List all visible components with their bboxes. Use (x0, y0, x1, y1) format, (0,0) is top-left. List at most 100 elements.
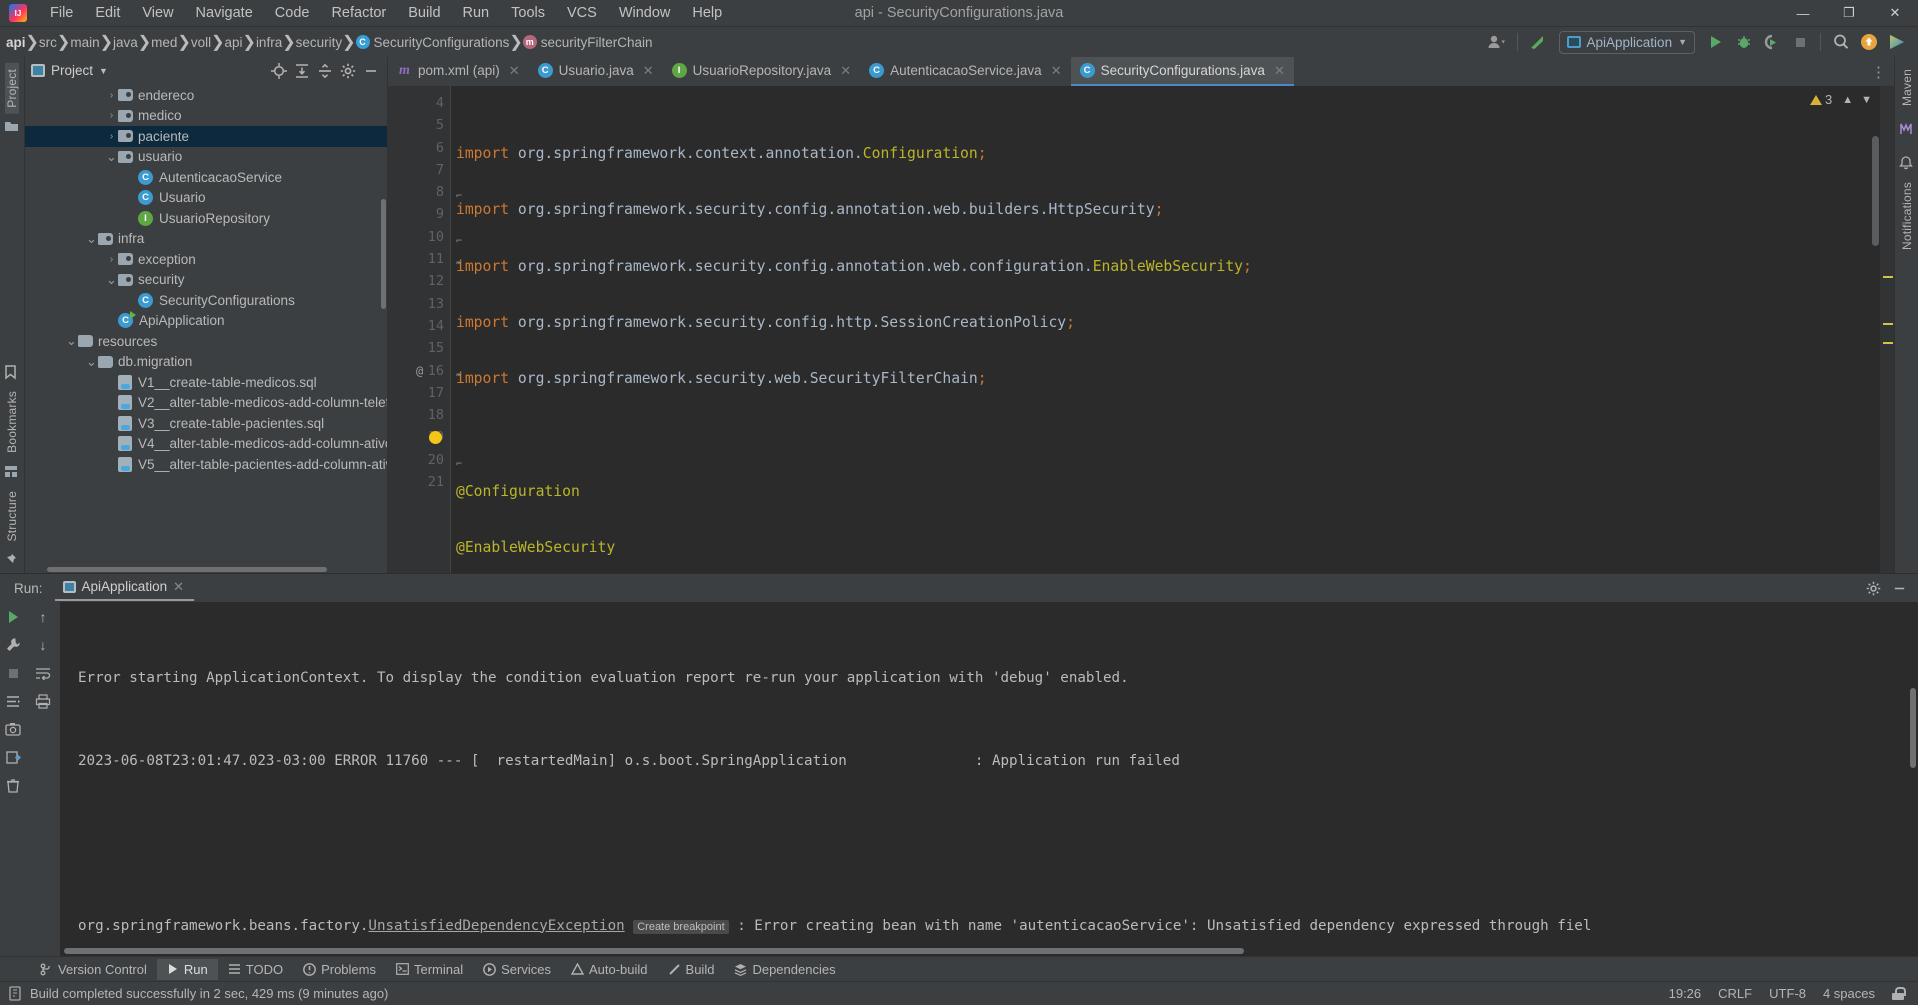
main-menu[interactable]: File Edit View Navigate Code Refactor Bu… (39, 2, 733, 24)
tool-window-button-dependencies[interactable]: Dependencies (724, 959, 845, 980)
gutter-line[interactable]: 11 ⌐ (388, 248, 462, 270)
editor-tab[interactable]: C SecurityConfigurations.java ✕ (1070, 57, 1294, 86)
gutter-line[interactable]: @16 ⌐ (388, 360, 462, 382)
tree-node[interactable]: › exception (25, 249, 387, 270)
collapse-all-icon[interactable] (315, 61, 335, 81)
code-content[interactable]: import org.springframework.context.annot… (450, 86, 1880, 573)
chevron-down-icon[interactable]: ⌄ (105, 272, 118, 288)
soft-wrap-icon[interactable] (34, 664, 52, 682)
rail-project-label[interactable]: Project (5, 63, 19, 114)
editor-scrollbar[interactable] (1872, 136, 1879, 246)
error-stripe-mark[interactable] (1883, 276, 1893, 278)
tree-node[interactable]: ⌄ db.migration (25, 352, 387, 373)
status-indent[interactable]: 4 spaces (1823, 986, 1875, 1001)
menu-run[interactable]: Run (452, 2, 501, 24)
tool-window-button-terminal[interactable]: Terminal (386, 959, 473, 980)
editor-gutter[interactable]: 4 5 6 7 8⌐ 9 10⌐11⌐ 12 13 14 15 @16⌐ 17 18 1920⌐ 21 (388, 86, 462, 573)
updates-icon[interactable] (1525, 30, 1551, 54)
editor-tab[interactable]: C AutenticacaoService.java ✕ (860, 57, 1071, 86)
breadcrumb-api2[interactable]: api (225, 35, 243, 50)
editor-tab[interactable]: I UsuarioRepository.java ✕ (663, 57, 860, 86)
gutter-line[interactable]: 18 (388, 404, 450, 426)
gutter-line[interactable]: 14 (388, 315, 450, 337)
tree-node[interactable]: V1__create-table-medicos.sql (25, 372, 387, 393)
chevron-up-icon[interactable]: ▲ (1842, 94, 1853, 106)
more-options-icon[interactable]: ⋮ (1871, 63, 1887, 81)
rail-notifications-label[interactable]: Notifications (1900, 176, 1914, 256)
tree-node[interactable]: ⌄ resources (25, 331, 387, 352)
error-stripe-mark[interactable] (1883, 323, 1893, 325)
account-icon[interactable] (1484, 30, 1510, 54)
tree-node[interactable]: C ApiApplication (25, 311, 387, 332)
menu-tools[interactable]: Tools (500, 2, 556, 24)
tree-vertical-scrollbar[interactable] (381, 199, 386, 309)
run-icon[interactable] (1703, 30, 1729, 54)
breadcrumb-main[interactable]: main (70, 35, 99, 50)
tree-node[interactable]: ⌄ security (25, 270, 387, 291)
menu-help[interactable]: Help (681, 2, 733, 24)
tree-node[interactable]: ⌄ usuario (25, 147, 387, 168)
unlocked-icon[interactable] (1892, 987, 1906, 1000)
menu-file[interactable]: File (39, 2, 84, 24)
chevron-right-icon[interactable]: › (105, 254, 118, 265)
status-line-separator[interactable]: CRLF (1718, 986, 1752, 1001)
tree-node[interactable]: › endereco (25, 85, 387, 106)
tree-node[interactable]: › medico (25, 106, 387, 127)
tool-window-button-problems[interactable]: Problems (293, 959, 386, 980)
chevron-down-icon[interactable]: ⌄ (85, 354, 98, 370)
console-horizontal-scrollbar[interactable] (64, 948, 1244, 954)
rail-structure-label[interactable]: Structure (5, 485, 19, 548)
settings-gear-icon[interactable] (338, 61, 358, 81)
hide-icon[interactable] (361, 61, 381, 81)
chevron-down-icon[interactable]: ▼ (1861, 94, 1872, 106)
breadcrumb-security[interactable]: security (296, 35, 343, 50)
notification-icon[interactable] (1856, 30, 1882, 54)
expand-all-icon[interactable] (292, 61, 312, 81)
close-icon[interactable]: ✕ (173, 579, 184, 595)
breadcrumb-infra[interactable]: infra (256, 35, 282, 50)
rail-maven-label[interactable]: Maven (1900, 63, 1914, 112)
console-output[interactable]: Error starting ApplicationContext. To di… (60, 602, 1918, 956)
minimize-button[interactable]: — (1780, 0, 1826, 27)
chevron-down-icon[interactable]: ▼ (99, 66, 108, 76)
console-vertical-scrollbar[interactable] (1910, 688, 1916, 768)
chevron-right-icon[interactable]: › (105, 110, 118, 121)
project-tree[interactable]: › endereco › medico › paciente ⌄ usuario C Autent… (25, 84, 387, 573)
chevron-down-icon[interactable]: ⌄ (105, 149, 118, 165)
run-configuration-selector[interactable]: ApiApplication ▼ (1558, 30, 1695, 54)
commit-icon[interactable] (4, 120, 20, 134)
gutter-line[interactable]: 6 (388, 137, 450, 159)
gutter-line[interactable]: 8 ⌐ (388, 181, 462, 203)
breadcrumb-api[interactable]: api (6, 35, 26, 50)
chevron-down-icon[interactable]: ⌄ (65, 333, 78, 349)
run-with-coverage-icon[interactable] (1759, 30, 1785, 54)
gutter-line[interactable]: 7 (388, 159, 450, 181)
menu-navigate[interactable]: Navigate (185, 2, 264, 24)
breadcrumb-med[interactable]: med (151, 35, 177, 50)
editor-tab[interactable]: m pom.xml (api) ✕ (388, 57, 529, 86)
menu-window[interactable]: Window (608, 2, 682, 24)
print-icon[interactable] (34, 692, 52, 710)
stop-icon[interactable] (1787, 30, 1813, 54)
inspection-status-badge[interactable]: 3 ▲ ▼ (1809, 92, 1872, 107)
create-breakpoint-chip[interactable]: Create breakpoint (633, 919, 729, 934)
gutter-line[interactable]: 15 (388, 337, 450, 359)
menu-build[interactable]: Build (397, 2, 451, 24)
breadcrumb-java[interactable]: java (113, 35, 138, 50)
scroll-down-icon[interactable]: ↓ (34, 636, 52, 654)
tree-node[interactable]: V4__alter-table-medicos-add-column-ativo (25, 434, 387, 455)
maven-icon[interactable] (1899, 122, 1915, 136)
structure-grid-icon[interactable] (4, 465, 20, 479)
gutter-line[interactable]: 20 ⌐ (388, 449, 462, 471)
tree-node[interactable]: V2__alter-table-medicos-add-column-telef (25, 393, 387, 414)
run-tab-apiapplication[interactable]: ApiApplication ✕ (54, 576, 194, 601)
breadcrumb-method[interactable]: m securityFilterChain (522, 35, 653, 50)
tree-node[interactable]: C SecurityConfigurations (25, 290, 387, 311)
close-icon[interactable]: ✕ (509, 63, 520, 79)
hide-icon[interactable] (1890, 579, 1908, 597)
maximize-button[interactable]: ❐ (1826, 0, 1872, 27)
breadcrumb-src[interactable]: src (39, 35, 57, 50)
stop-icon[interactable] (4, 664, 22, 682)
settings-gear-icon[interactable] (1864, 579, 1882, 597)
tree-node[interactable]: V5__alter-table-pacientes-add-column-ati… (25, 454, 387, 475)
